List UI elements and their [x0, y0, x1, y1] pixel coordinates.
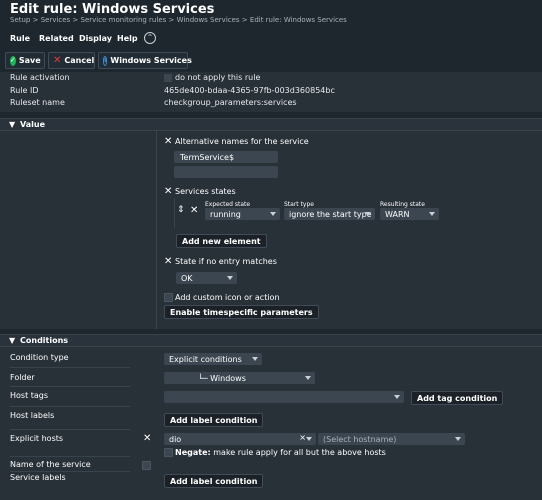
start-type-value: ignore the start type — [289, 209, 372, 219]
add-new-element-button[interactable]: Add new element — [176, 234, 267, 248]
menu-display[interactable]: Display — [79, 34, 112, 43]
hostname-select[interactable]: (Select hostname) — [318, 433, 465, 445]
resulting-state-select[interactable]: WARN — [380, 208, 439, 220]
save-label: Save — [18, 56, 41, 65]
service-labels-label: Service labels — [10, 473, 66, 482]
row-divider — [10, 429, 130, 430]
menu-help[interactable]: Help — [117, 34, 138, 43]
alt-name-input[interactable]: TermService$ — [174, 151, 278, 163]
service-name-checkbox[interactable] — [142, 461, 151, 470]
remove-no-match-icon[interactable]: ✕ — [164, 257, 172, 267]
value-section-title: Value — [20, 120, 46, 129]
ruleset-name-label: Ruleset name — [10, 98, 65, 107]
remove-services-states-icon[interactable]: ✕ — [164, 187, 172, 197]
condition-type-select[interactable]: Explicit conditions — [164, 353, 262, 365]
chevron-down-icon — [429, 212, 435, 216]
add-tag-condition-button[interactable]: Add tag condition — [411, 391, 504, 405]
folder-label: Folder — [10, 373, 35, 382]
custom-icon-label: Add custom icon or action — [175, 293, 280, 302]
ruleset-name-value: checkgroup_parameters:services — [164, 98, 297, 107]
chevron-down-icon — [252, 357, 258, 361]
condition-type-label: Condition type — [10, 353, 69, 362]
row-divider — [10, 471, 130, 472]
chevron-down-icon — [227, 276, 233, 280]
value-divider — [156, 131, 157, 329]
rule-activation-label: Rule activation — [10, 73, 70, 82]
folder-select[interactable]: └─ Windows — [164, 372, 315, 384]
remove-explicit-hosts-icon[interactable]: ✕ — [143, 434, 151, 444]
folder-value: └─ Windows — [198, 373, 246, 383]
page-title: Edit rule: Windows Services — [10, 2, 215, 17]
collapse-menu-icon[interactable]: ⌃ — [144, 32, 156, 44]
resulting-state-value: WARN — [385, 209, 410, 219]
expected-state-label: Expected state — [205, 201, 251, 208]
chevron-down-icon — [305, 376, 311, 380]
add-host-label-condition-button[interactable]: Add label condition — [164, 413, 264, 427]
check-icon: ✓ — [10, 55, 16, 66]
explicit-hosts-label: Explicit hosts — [10, 434, 64, 443]
row-divider — [10, 367, 130, 368]
breadcrumb[interactable]: Setup > Services > Service monitoring ru… — [10, 16, 347, 24]
cancel-label: Cancel — [64, 56, 95, 65]
host-tags-label: Host tags — [10, 391, 49, 400]
row-divider — [10, 386, 130, 387]
clear-host-icon[interactable]: × — [299, 433, 306, 442]
services-states-label: Services states — [175, 187, 236, 196]
alt-name-empty-input[interactable] — [174, 166, 278, 178]
info-icon: i — [103, 55, 108, 66]
host-tags-select[interactable] — [164, 391, 404, 403]
save-button[interactable]: ✓ Save — [5, 52, 45, 69]
menu-rule[interactable]: Rule — [10, 34, 30, 43]
no-match-label: State if no entry matches — [175, 257, 277, 266]
expected-state-value: running — [210, 209, 241, 219]
alt-names-label: Alternative names for the service — [175, 137, 309, 146]
negate-bold: Negate: — [175, 448, 211, 457]
activation-checkbox[interactable] — [164, 74, 172, 82]
custom-icon-checkbox[interactable] — [164, 293, 173, 302]
start-type-select[interactable]: ignore the start type — [284, 208, 375, 220]
remove-state-entry-icon[interactable]: ✕ — [190, 206, 198, 216]
row-divider — [10, 456, 130, 457]
chevron-down-icon — [455, 437, 461, 441]
hostname-placeholder: (Select hostname) — [323, 434, 397, 444]
start-type-label: Start type — [284, 201, 314, 208]
negate-label: Negate: make rule apply for all but the … — [175, 448, 386, 457]
remove-alt-names-icon[interactable]: ✕ — [164, 137, 172, 147]
menu-related[interactable]: Related — [39, 34, 74, 43]
no-match-state-value: OK — [181, 273, 193, 283]
chevron-down-icon — [394, 395, 400, 399]
rule-id-value: 465de400-bdaa-4365-97fb-003d360854bc — [164, 86, 335, 95]
cancel-button[interactable]: ✕ Cancel — [48, 52, 95, 69]
expected-state-select[interactable]: running — [205, 208, 280, 220]
chevron-down-icon — [270, 212, 276, 216]
conditions-section-title: Conditions — [20, 336, 69, 345]
explicit-host-value: dio — [169, 434, 182, 444]
add-service-label-condition-button[interactable]: Add label condition — [164, 474, 264, 488]
chevron-down-icon — [365, 212, 371, 216]
explicit-host-select[interactable]: dio × — [164, 433, 316, 445]
row-divider — [10, 406, 130, 407]
windows-services-button[interactable]: i Windows Services — [98, 52, 192, 69]
service-name-label: Name of the service — [10, 460, 91, 469]
services-label: Windows Services — [110, 56, 192, 65]
enable-timespecific-button[interactable]: Enable timespecific parameters — [164, 305, 319, 319]
negate-text: make rule apply for all but the above ho… — [213, 448, 386, 457]
negate-checkbox[interactable] — [164, 448, 173, 457]
drag-handle-icon[interactable]: ⇕ — [177, 205, 185, 215]
no-match-state-select[interactable]: OK — [176, 272, 237, 284]
value-section-header[interactable]: ▼ Value — [0, 118, 542, 131]
collapse-arrow-icon: ▼ — [9, 120, 16, 129]
rule-id-label: Rule ID — [10, 86, 39, 95]
collapse-arrow-icon: ▼ — [9, 336, 16, 345]
conditions-panel — [0, 347, 542, 500]
rule-activation-value: do not apply this rule — [175, 73, 261, 82]
condition-type-value: Explicit conditions — [169, 354, 242, 364]
chevron-down-icon — [306, 437, 312, 441]
resulting-state-label: Resulting state — [380, 201, 425, 208]
host-labels-label: Host labels — [10, 411, 55, 420]
conditions-section-header[interactable]: ▼ Conditions — [0, 334, 542, 347]
close-icon: ✕ — [53, 54, 62, 66]
